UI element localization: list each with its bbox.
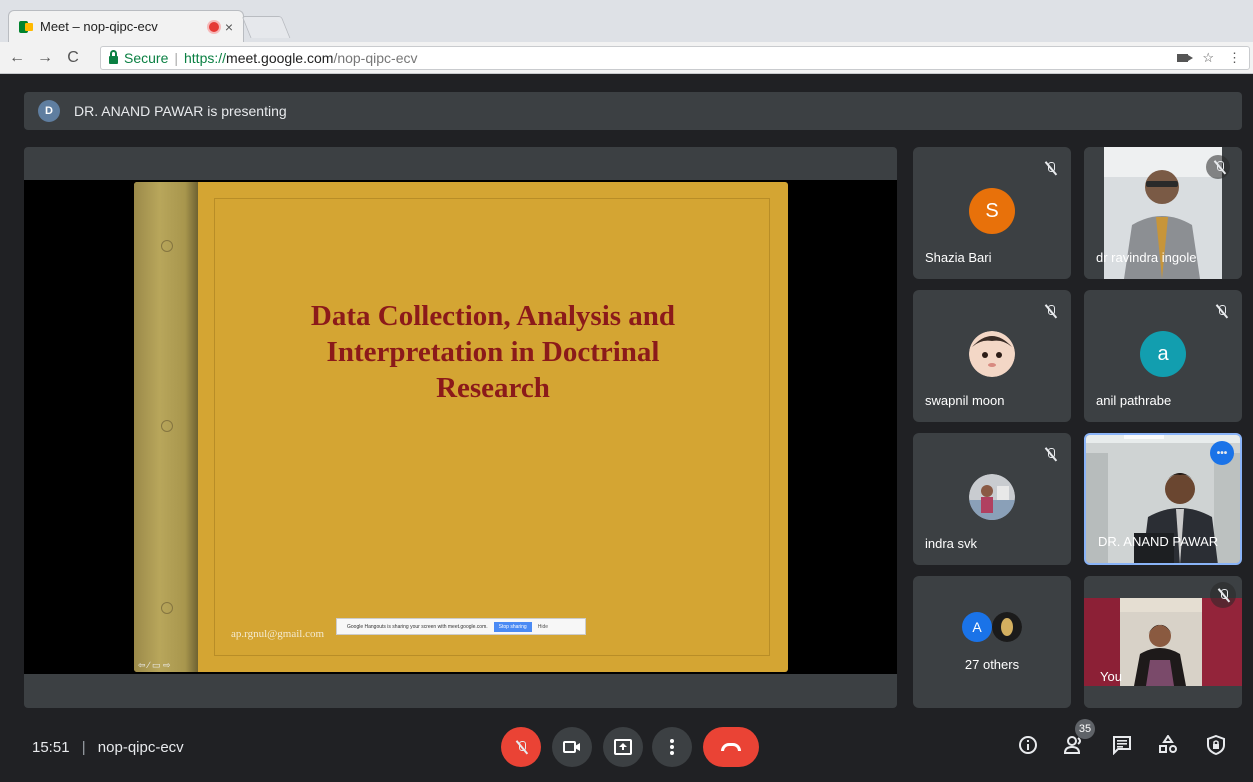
more-options-button[interactable]: •••	[1210, 441, 1234, 465]
participant-tile[interactable]: dr ravindra ingole	[1084, 147, 1242, 279]
more-options-button[interactable]	[652, 727, 692, 767]
participant-name: anil pathrabe	[1096, 393, 1172, 408]
participant-avatar: a	[1140, 331, 1186, 377]
participant-name: indra svk	[925, 536, 978, 551]
more-vert-icon	[670, 739, 674, 755]
participant-name: dr ravindra ingole	[1096, 250, 1197, 265]
new-tab-button[interactable]	[241, 16, 291, 38]
people-button[interactable]	[1063, 735, 1087, 760]
secure-label: Secure	[124, 50, 169, 66]
muted-mic-icon	[1037, 441, 1063, 467]
omnibox-divider: |	[174, 50, 178, 66]
back-button[interactable]: ←	[6, 49, 28, 67]
participant-tile[interactable]: S Shazia Bari	[913, 147, 1071, 279]
address-bar[interactable]: Secure | https://meet.google.com/nop-qip…	[100, 46, 1250, 70]
camera-toggle-button[interactable]	[552, 727, 592, 767]
info-icon	[1019, 736, 1037, 754]
hide-button[interactable]: Hide	[538, 624, 548, 630]
activities-icon	[1159, 734, 1177, 753]
screen-share-notice: Google Hangouts is sharing your screen w…	[336, 618, 586, 635]
leave-call-button[interactable]	[703, 727, 759, 767]
slide-frame	[214, 198, 770, 656]
hang-up-icon	[721, 743, 741, 751]
meet-logo-icon	[19, 20, 33, 33]
participant-avatar: A	[962, 612, 992, 642]
participant-avatar: S	[969, 188, 1015, 234]
activities-button[interactable]	[1156, 734, 1180, 760]
participant-avatar	[992, 612, 1022, 642]
slide-title: Data Collection, Analysis and Interpreta…	[198, 298, 788, 406]
muted-mic-icon	[1208, 298, 1234, 324]
muted-mic-icon	[1037, 298, 1063, 324]
spine-ring	[161, 602, 173, 614]
participant-tile[interactable]: swapnil moon	[913, 290, 1071, 422]
forward-button[interactable]: →	[34, 49, 56, 67]
tab-title: Meet – nop-qipc-ecv	[40, 19, 158, 34]
share-notice-text: Google Hangouts is sharing your screen w…	[347, 623, 488, 630]
people-icon	[1063, 736, 1081, 754]
muted-mic-icon	[1210, 582, 1236, 608]
participant-name: DR. ANAND PAWAR	[1098, 534, 1219, 549]
presentation-area[interactable]: Data Collection, Analysis and Interpreta…	[24, 147, 897, 708]
participant-avatar	[969, 474, 1015, 520]
lock-icon	[109, 50, 118, 64]
slide: Data Collection, Analysis and Interpreta…	[134, 182, 788, 672]
presenting-banner: D DR. ANAND PAWAR is presenting	[24, 92, 1242, 130]
mic-off-icon	[516, 740, 526, 754]
camera-icon	[563, 741, 580, 753]
spine-ring	[161, 240, 173, 252]
url-scheme: https://	[184, 50, 227, 66]
browser-tab[interactable]: Meet – nop-qipc-ecv ×	[8, 10, 244, 42]
tab-close-button[interactable]: ×	[225, 19, 233, 35]
slide-tools[interactable]: ⇦ ∕ ▭ ⇨	[138, 660, 171, 671]
chat-icon	[1113, 736, 1131, 756]
recording-indicator-icon	[208, 21, 219, 32]
slide-email: ap.rgnul@gmail.com	[231, 628, 325, 640]
chat-button[interactable]	[1110, 735, 1134, 760]
reload-button[interactable]: C	[62, 49, 84, 67]
slide-spine	[134, 182, 198, 672]
participant-name: swapnil moon	[925, 393, 1005, 408]
shield-lock-icon	[1207, 734, 1225, 756]
presentation-video: Data Collection, Analysis and Interpreta…	[24, 180, 897, 674]
slide-title-line: Interpretation in Doctrinal	[326, 336, 660, 368]
stop-sharing-button[interactable]: Stop sharing	[493, 621, 532, 632]
url-path: /nop-qipc-ecv	[333, 50, 418, 66]
browser-tabstrip: Meet – nop-qipc-ecv ×	[0, 0, 1253, 42]
meeting-controls-bar: 15:51 | nop-qipc-ecv 35	[0, 717, 1253, 782]
present-now-button[interactable]	[603, 727, 643, 767]
participant-tile-presenter[interactable]: ••• DR. ANAND PAWAR	[1084, 433, 1242, 565]
presenting-text: DR. ANAND PAWAR is presenting	[74, 103, 287, 119]
muted-mic-icon	[1206, 154, 1232, 180]
browser-toolbar: ← → C Secure | https://meet.google.com/n…	[0, 42, 1253, 74]
self-tile[interactable]: You	[1084, 576, 1242, 708]
meeting-code: nop-qipc-ecv	[97, 739, 184, 756]
others-count: 27 others	[964, 657, 1020, 672]
browser-menu-icon[interactable]: ⋮	[1228, 50, 1241, 66]
participant-tile[interactable]: indra svk	[913, 433, 1071, 565]
participant-name: Shazia Bari	[925, 250, 992, 265]
others-tile[interactable]: A 27 others	[913, 576, 1071, 708]
meeting-details-button[interactable]	[1016, 735, 1040, 760]
host-controls-button[interactable]	[1204, 734, 1228, 760]
mic-toggle-button[interactable]	[501, 727, 541, 767]
slide-title-line: Research	[436, 372, 550, 404]
meeting-details: 15:51 | nop-qipc-ecv	[32, 739, 184, 756]
muted-mic-icon	[1037, 155, 1063, 181]
spine-ring	[161, 420, 173, 432]
url-host: meet.google.com	[226, 50, 334, 66]
participant-avatar	[969, 331, 1015, 377]
camera-in-use-icon[interactable]	[1177, 54, 1194, 62]
meeting-time: 15:51	[32, 739, 70, 756]
self-name: You	[1100, 669, 1122, 684]
meeting-info-separator: |	[81, 739, 86, 756]
bookmark-star-icon[interactable]: ☆	[1202, 50, 1214, 66]
participant-tile[interactable]: a anil pathrabe	[1084, 290, 1242, 422]
presenter-avatar: D	[38, 100, 60, 122]
slide-title-line: Data Collection, Analysis and	[310, 300, 676, 332]
present-screen-icon	[614, 739, 632, 755]
